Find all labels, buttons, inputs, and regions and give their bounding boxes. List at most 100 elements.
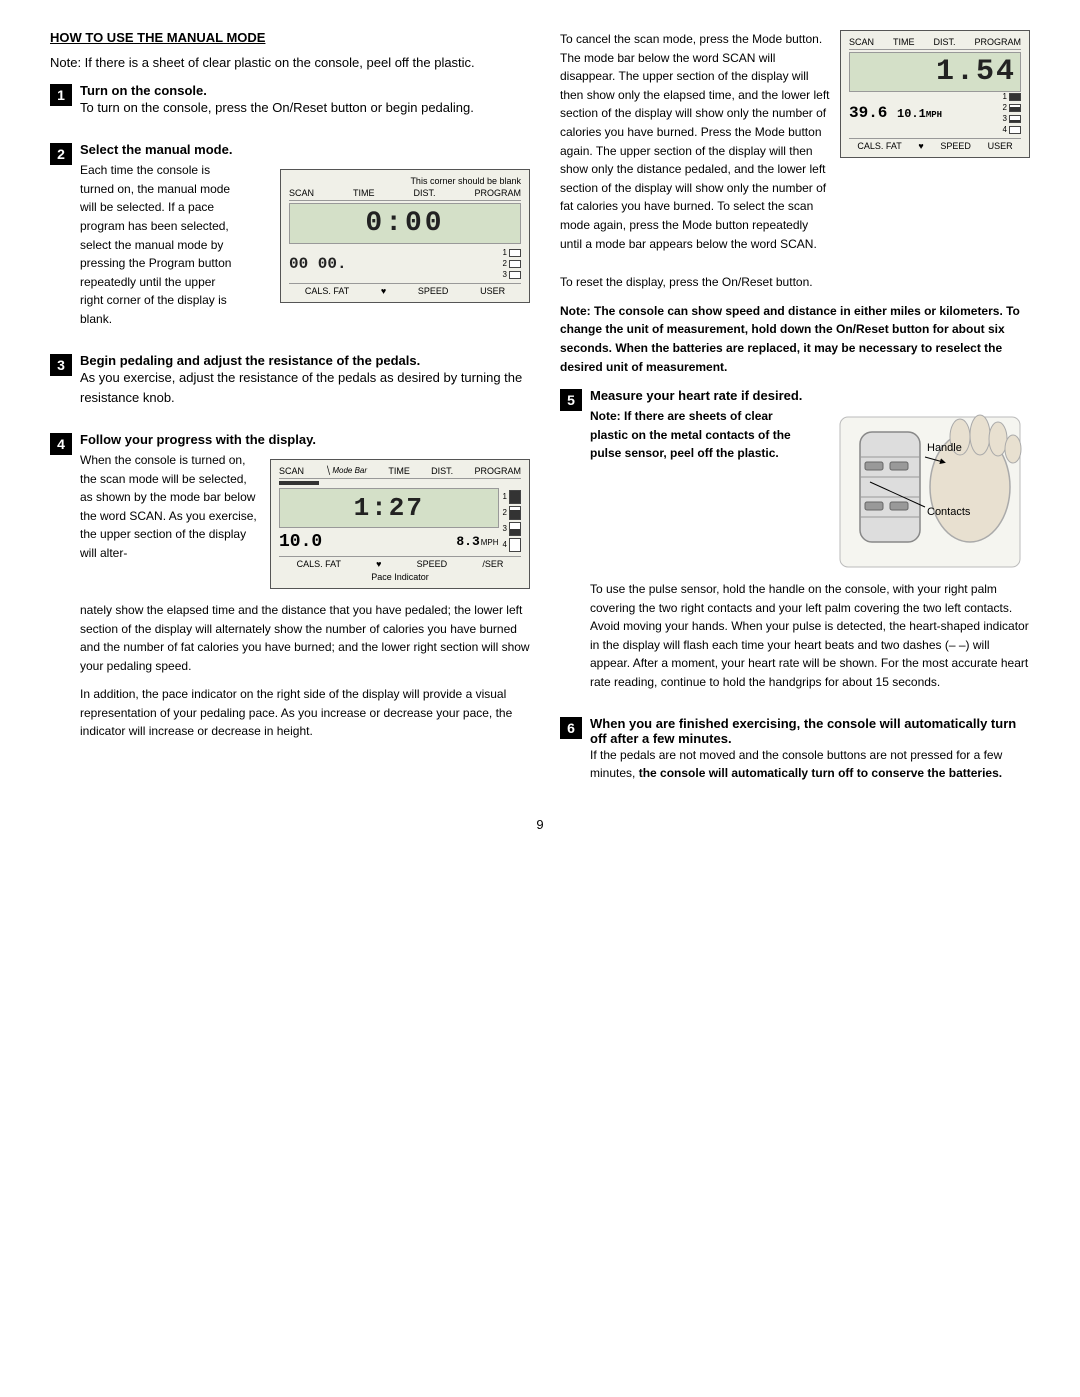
right-bar-2: 2 — [1003, 103, 1021, 112]
lcd2-sub-right-val: 8.3 — [456, 534, 479, 549]
reset-text: To reset the display, press the On/Reset… — [560, 273, 1030, 292]
handle-svg: Handle Contacts — [830, 407, 1030, 577]
lcd1-top-bar: SCAN TIME DIST. PROGRAM — [289, 188, 521, 201]
lcd2-left: 1:27 10.0 8.3 MPH — [279, 481, 499, 552]
scan-cancel-text: To cancel the scan mode, press the Mode … — [560, 30, 830, 253]
step-4-body2: nately show the elapsed time and the dis… — [80, 601, 530, 675]
step6-body-bold: the console will automatically turn off … — [639, 766, 1002, 780]
step-2-num: 2 — [50, 143, 72, 165]
lcd2-time: TIME — [388, 466, 410, 476]
lcd2-sub: 10.0 8.3 MPH — [279, 532, 499, 552]
step-6-content: When you are finished exercising, the co… — [590, 716, 1030, 793]
right-lcd-sub: 39.6 10.1MPH 1 2 3 4 — [849, 92, 1021, 134]
step-3-num: 3 — [50, 354, 72, 376]
lcd2-top-bar: SCAN ╲ Mode Bar TIME DIST. PROGRAM — [279, 466, 521, 479]
intro-text: Note: If there is a sheet of clear plast… — [50, 53, 530, 73]
lcd2-sub-right: 8.3 MPH — [456, 534, 498, 549]
step-2-content: Select the manual mode. Each time the co… — [80, 142, 530, 338]
step-4: 4 Follow your progress with the display.… — [50, 432, 530, 751]
lcd1-user: USER — [480, 286, 505, 296]
lcd2-heart: ♥ — [376, 559, 381, 569]
lcd2-bars: 1 2 3 4 — [503, 481, 521, 552]
step-6-num: 6 — [560, 717, 582, 739]
svg-text:Contacts: Contacts — [927, 506, 971, 518]
right-lcd-dist: DIST. — [933, 37, 955, 47]
lcd2-ser: /SER — [482, 559, 503, 569]
step-4-body3: In addition, the pace indicator on the r… — [80, 685, 530, 741]
right-lcd-sub-left: 39.6 10.1MPH — [849, 104, 942, 122]
lcd2-bottom-bar: CALS. FAT ♥ SPEED /SER — [279, 556, 521, 569]
lcd1-time: TIME — [353, 188, 375, 198]
lcd2-mph: MPH — [481, 538, 499, 547]
lcd2-dist: DIST. — [431, 466, 453, 476]
right-lcd-time: TIME — [893, 37, 915, 47]
step-3-title: Begin pedaling and adjust the resistance… — [80, 353, 420, 368]
lcd1-scan: SCAN — [289, 188, 314, 198]
lcd2-bar-2: 2 — [503, 506, 521, 520]
step-4-body1: When the console is turned on, the scan … — [80, 451, 260, 563]
corner-note: This corner should be blank — [289, 176, 521, 186]
lcd2-bar-3: 3 — [503, 522, 521, 536]
right-lcd-user: USER — [988, 141, 1013, 151]
right-bar-1: 1 — [1003, 92, 1021, 101]
lcd2-mode-indicator — [279, 481, 319, 485]
right-bar-3: 3 — [1003, 114, 1021, 123]
step-5-num: 5 — [560, 389, 582, 411]
lcd1-sub-left: 00 00. — [289, 255, 347, 273]
step-2: 2 Select the manual mode. Each time the … — [50, 142, 530, 338]
step5-note-bold: Note: If there are sheets of clear plast… — [590, 407, 810, 463]
console-diagram-1: This corner should be blank SCAN TIME DI… — [280, 169, 530, 303]
step-6-body: If the pedals are not moved and the cons… — [590, 746, 1030, 783]
svg-text:Handle: Handle — [927, 442, 962, 454]
pace-indicator-label: Pace Indicator — [279, 572, 521, 582]
lcd1-bottom-bar: CALS. FAT ♥ SPEED USER — [289, 283, 521, 296]
step5-body-area: Note: If there are sheets of clear plast… — [590, 407, 1030, 580]
lcd1-speed: SPEED — [418, 286, 449, 296]
lcd1-bar-3: 3 — [503, 270, 521, 279]
lcd1-main-display: 0:00 — [289, 203, 521, 244]
right-lcd-heart: ♥ — [918, 141, 923, 151]
step-5-title: Measure your heart rate if desired. — [590, 388, 802, 403]
right-lcd-speed: SPEED — [940, 141, 971, 151]
step-2-title: Select the manual mode. — [80, 142, 232, 157]
lcd1-heart: ♥ — [381, 286, 386, 296]
step5-body-text: To use the pulse sensor, hold the handle… — [590, 580, 1030, 692]
step-4-content: Follow your progress with the display. W… — [80, 432, 530, 751]
step-1-content: Turn on the console. To turn on the cons… — [80, 83, 530, 128]
lcd2-scan: SCAN — [279, 466, 304, 476]
lcd2-body: 1:27 10.0 8.3 MPH — [279, 481, 521, 552]
right-lcd-cals: CALS. FAT — [857, 141, 901, 151]
step-1-title: Turn on the console. — [80, 83, 207, 98]
step-4-num: 4 — [50, 433, 72, 455]
lcd2-bar-1: 1 — [503, 490, 521, 504]
step-6-title: When you are finished exercising, the co… — [590, 716, 1016, 746]
lcd1-bar-1: 1 — [503, 248, 521, 257]
step-2-body: Each time the console is turned on, the … — [80, 161, 240, 328]
step-1-num: 1 — [50, 84, 72, 106]
step-6: 6 When you are finished exercising, the … — [560, 716, 1030, 793]
step-3-content: Begin pedaling and adjust the resistance… — [80, 353, 530, 418]
lcd2-speed: SPEED — [417, 559, 448, 569]
right-top-section: To cancel the scan mode, press the Mode … — [560, 30, 1030, 263]
step-3: 3 Begin pedaling and adjust the resistan… — [50, 353, 530, 418]
page-heading: HOW TO USE THE MANUAL MODE — [50, 30, 530, 45]
lcd1-dist: DIST. — [413, 188, 435, 198]
note-bold-span: Note: The console can show speed and dis… — [560, 304, 1020, 374]
step-5: 5 Measure your heart rate if desired. No… — [560, 388, 1030, 702]
right-lcd-main: 1.54 — [849, 52, 1021, 92]
note-bold-text: Note: The console can show speed and dis… — [560, 302, 1030, 376]
lcd1-sub: 00 00. 1 2 3 — [289, 248, 521, 279]
step-1: 1 Turn on the console. To turn on the co… — [50, 83, 530, 128]
lcd2-program: PROGRAM — [474, 466, 521, 476]
step-4-title: Follow your progress with the display. — [80, 432, 316, 447]
right-lcd-program: PROGRAM — [974, 37, 1021, 47]
lcd1-program: PROGRAM — [474, 188, 521, 198]
right-lcd-scan: SCAN — [849, 37, 874, 47]
step-1-body: To turn on the console, press the On/Res… — [80, 98, 530, 118]
step-5-content: Measure your heart rate if desired. Note… — [590, 388, 1030, 702]
right-column: To cancel the scan mode, press the Mode … — [560, 30, 1030, 807]
right-lcd-bottom-bar: CALS. FAT ♥ SPEED USER — [849, 138, 1021, 151]
right-bar-4: 4 — [1003, 125, 1021, 134]
left-column: HOW TO USE THE MANUAL MODE Note: If ther… — [50, 30, 530, 807]
page-number: 9 — [50, 817, 1030, 832]
